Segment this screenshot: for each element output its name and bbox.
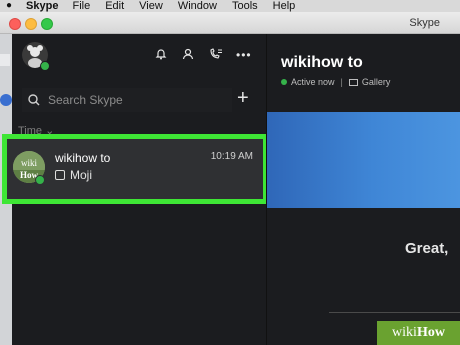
conversation-list-item[interactable]: wiki How wikihow to 10:19 AM Moji — [2, 134, 268, 204]
svg-text:wiki: wiki — [21, 158, 38, 168]
gallery-link[interactable]: Gallery — [362, 77, 391, 87]
more-options-icon[interactable]: ••• — [236, 48, 252, 62]
chat-title[interactable]: wikihow to — [281, 54, 363, 72]
search-input[interactable] — [46, 92, 220, 108]
search-icon — [26, 92, 42, 108]
call-icon[interactable] — [209, 48, 223, 63]
message-divider — [329, 312, 460, 313]
close-window-button[interactable] — [9, 18, 21, 30]
new-chat-plus-icon[interactable]: + — [237, 86, 249, 110]
active-status-dot — [281, 79, 287, 85]
menu-window[interactable]: Window — [178, 0, 217, 12]
online-status-dot — [40, 61, 50, 71]
menu-edit[interactable]: Edit — [105, 0, 124, 12]
watermark-wiki: wiki — [392, 325, 417, 340]
background-window-icon — [0, 94, 12, 106]
chat-subtitle: Active now | Gallery — [281, 77, 390, 87]
apple-menu-icon[interactable]: ● — [6, 0, 12, 12]
menu-file[interactable]: File — [72, 0, 90, 12]
app-menu[interactable]: Skype — [26, 0, 58, 12]
window-titlebar: Skype — [0, 12, 460, 34]
menu-tools[interactable]: Tools — [232, 0, 258, 12]
moji-icon — [55, 170, 65, 180]
chat-pane: wikihow to Active now | Gallery Great, w… — [267, 34, 460, 345]
search-box[interactable] — [22, 88, 232, 112]
menu-view[interactable]: View — [139, 0, 163, 12]
conversation-name: wikihow to — [55, 151, 111, 165]
watermark-how: How — [416, 325, 445, 340]
notifications-bell-icon[interactable] — [155, 48, 167, 63]
conversation-last-message: Moji — [70, 168, 93, 182]
contacts-icon[interactable] — [182, 48, 194, 63]
chat-banner — [267, 112, 460, 208]
conversation-time: 10:19 AM — [210, 151, 253, 162]
menu-help[interactable]: Help — [273, 0, 296, 12]
chat-preview-text: Great, — [405, 240, 449, 257]
background-window-panel — [0, 54, 10, 66]
minimize-window-button[interactable] — [25, 18, 37, 30]
sidebar: ••• + Time ⌄ wiki How wikihow to 10:19 A… — [2, 34, 268, 345]
zoom-window-button[interactable] — [41, 18, 53, 30]
active-status-text: Active now — [291, 77, 335, 87]
menu-bar: ● Skype File Edit View Window Tools Help — [0, 0, 460, 12]
separator: | — [340, 77, 343, 87]
wikihow-watermark: wiki How — [377, 321, 460, 345]
gallery-icon — [348, 78, 358, 86]
conversation-preview: Moji — [55, 168, 92, 182]
contact-online-dot — [35, 175, 45, 185]
window-title: Skype — [409, 17, 440, 29]
